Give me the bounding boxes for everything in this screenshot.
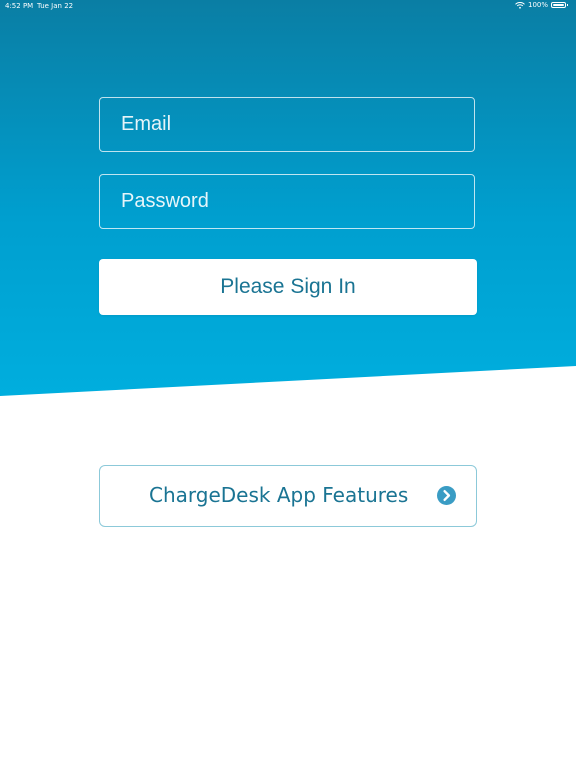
wifi-icon [515, 1, 525, 9]
sign-in-label: Please Sign In [220, 275, 356, 298]
email-field[interactable] [99, 97, 475, 152]
battery-icon [551, 2, 568, 8]
status-time: 4:52 PM [5, 2, 34, 10]
app-features-label: ChargeDesk App Features [149, 483, 409, 507]
status-bar: 4:52 PM Tue Jan 22 100% [0, 0, 576, 12]
password-field[interactable] [99, 174, 475, 229]
chevron-right-circle-icon [437, 486, 456, 505]
battery-percent: 100% [527, 1, 548, 9]
battery-level-fill [553, 4, 564, 6]
sign-in-button[interactable]: Please Sign In [99, 259, 477, 315]
status-indicators: 100% [515, 1, 568, 9]
app-features-button[interactable]: ChargeDesk App Features [99, 465, 477, 527]
status-date: Tue Jan 22 [37, 2, 74, 10]
